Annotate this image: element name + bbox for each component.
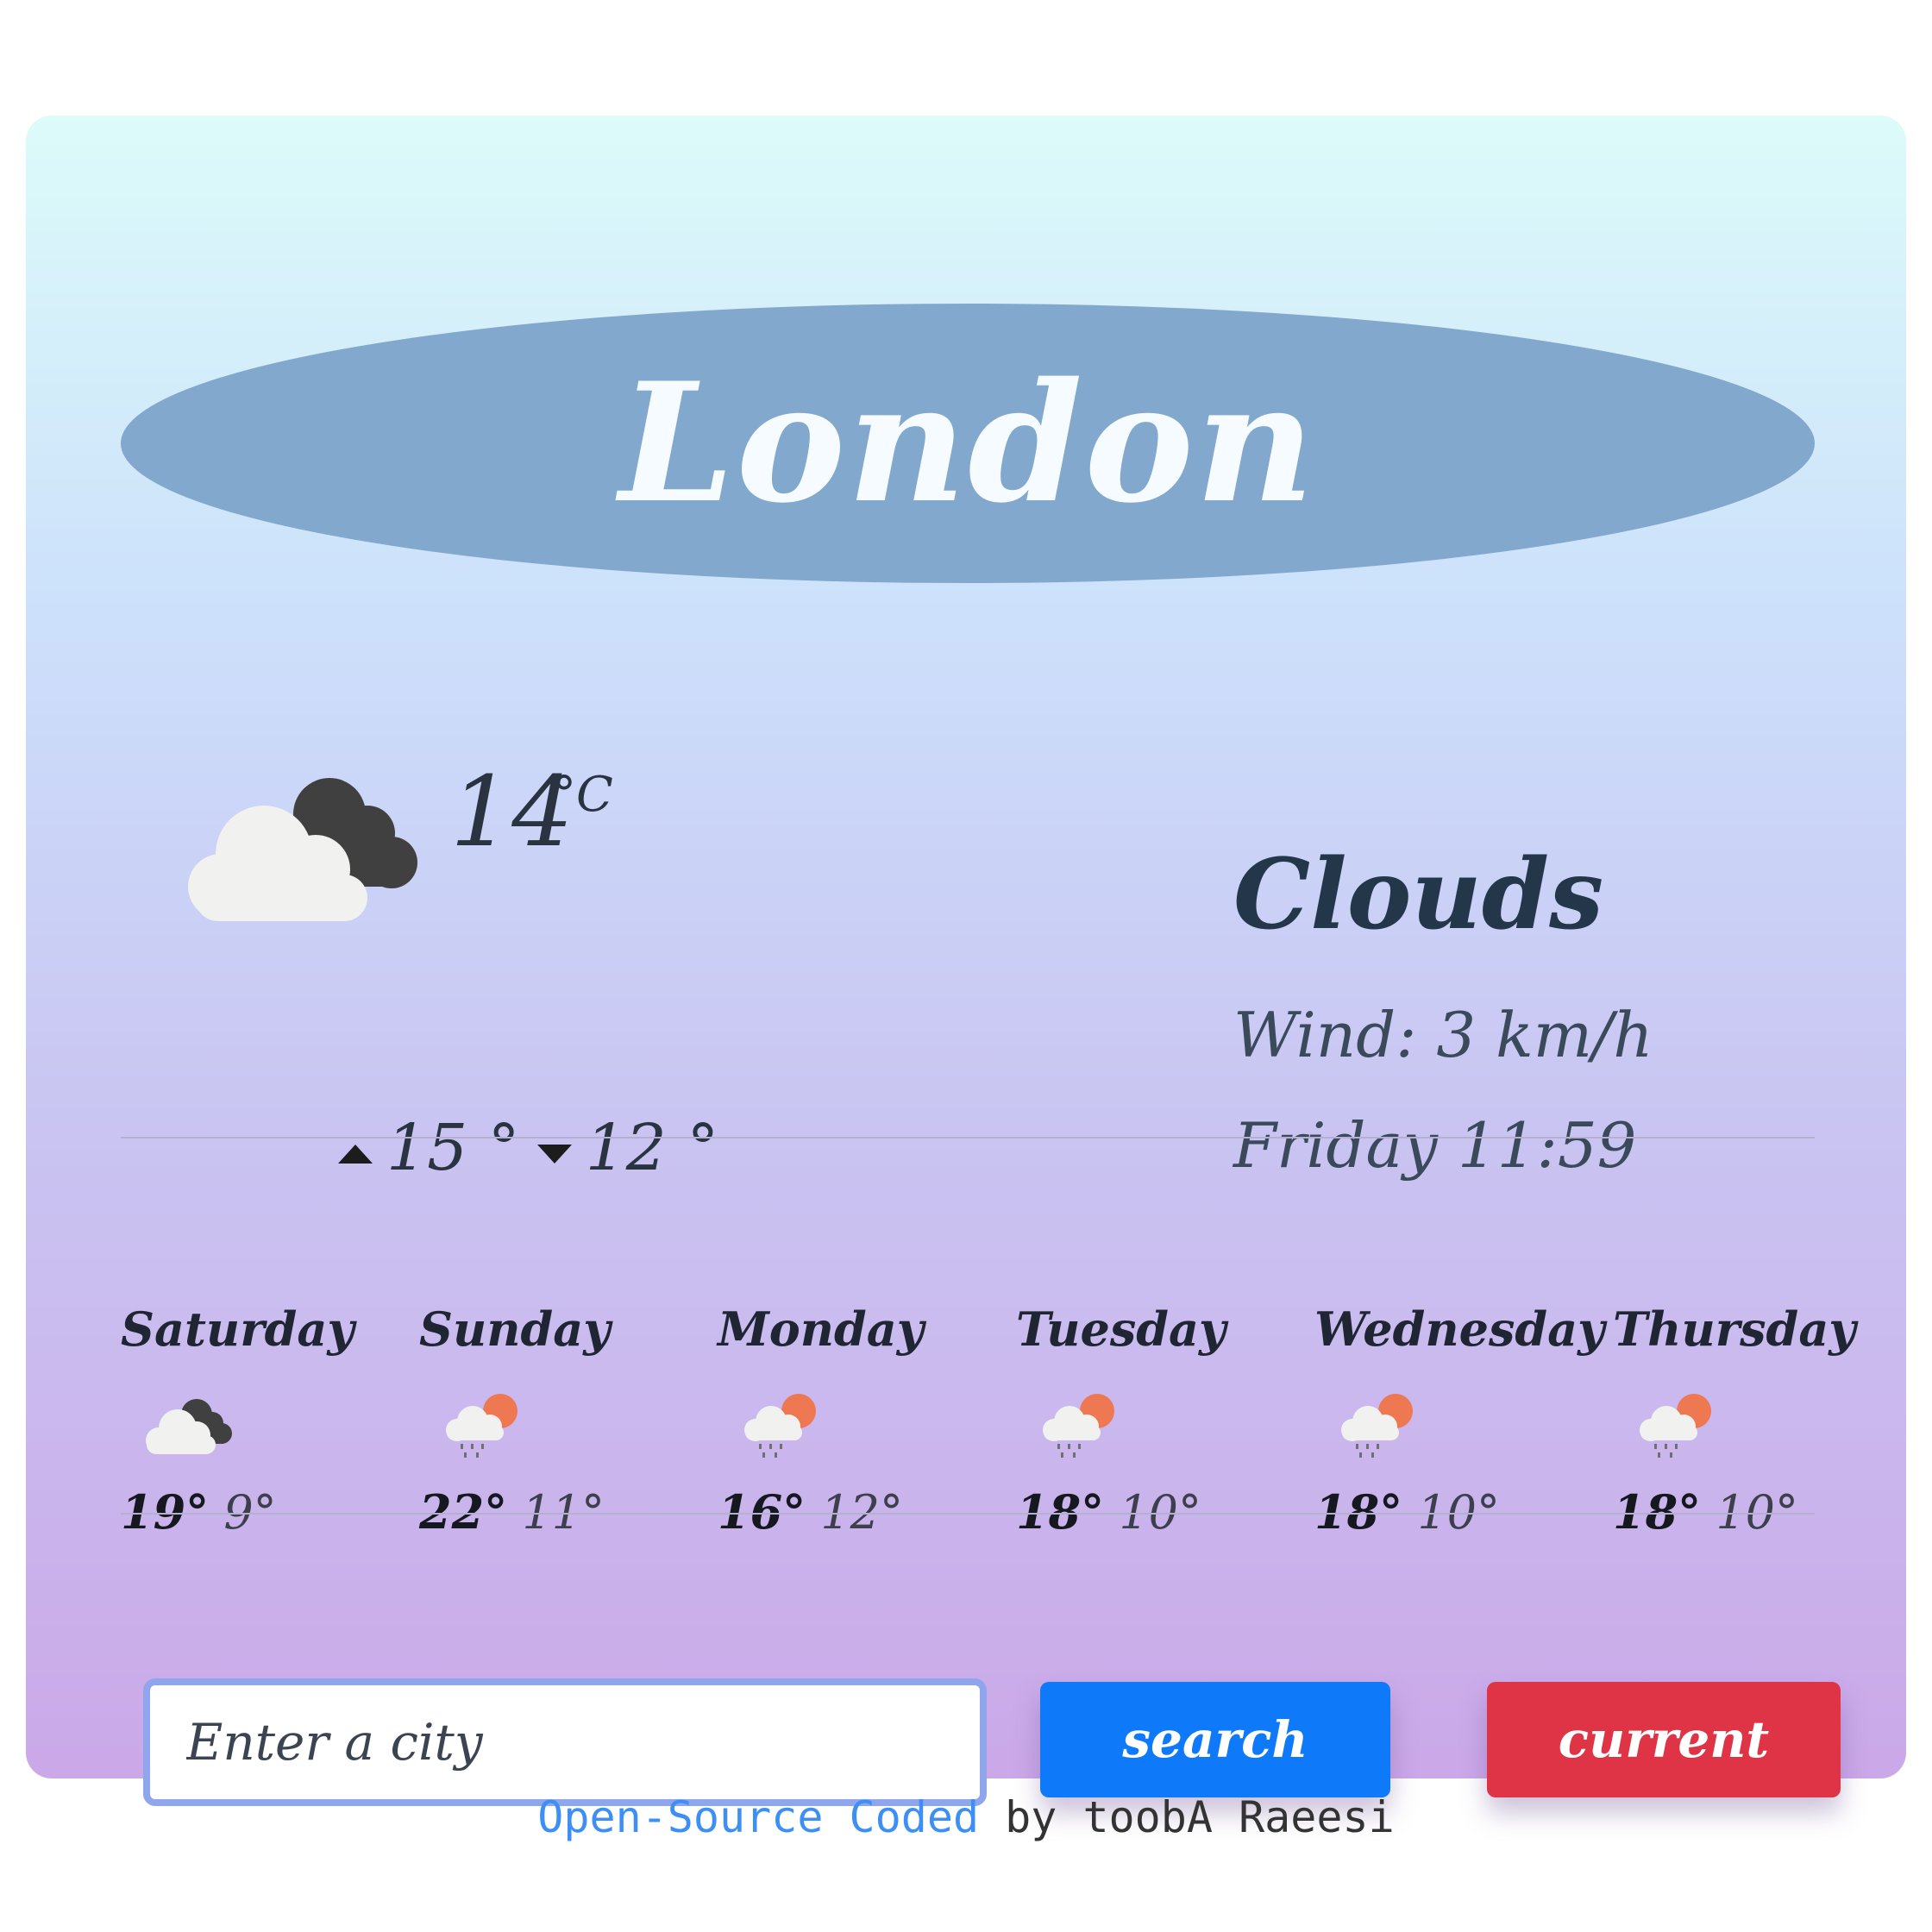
forecast-day-name: Tuesday	[1016, 1302, 1226, 1357]
forecast-day: Sunday 22° 11°	[419, 1306, 704, 1536]
cloud-icon	[146, 1399, 232, 1454]
high-temperature: 15 °	[386, 1111, 520, 1185]
weather-card: London 14 °C 15 ° 12 ° Clouds Wind: 3 km…	[26, 116, 1906, 1806]
open-source-link[interactable]: Open-Source Coded	[537, 1792, 979, 1842]
current-location-button[interactable]: current	[1487, 1682, 1841, 1797]
forecast-row: Saturday 19° 9° Sunday 22° 11° Monday 16° 12°…	[121, 1306, 1880, 1582]
arrow-down-icon	[536, 1145, 572, 1164]
forecast-day-name: Thursday	[1613, 1302, 1856, 1357]
search-button[interactable]: search	[1040, 1682, 1390, 1797]
forecast-day: Monday 16° 12°	[718, 1306, 1002, 1536]
forecast-day: Saturday 19° 9°	[121, 1306, 405, 1536]
rain-sun-icon	[744, 1394, 816, 1458]
forecast-day-name: Wednesday	[1314, 1302, 1605, 1357]
rain-sun-icon	[446, 1394, 518, 1458]
cloud-icon	[188, 778, 417, 921]
forecast-max: 18°	[1613, 1484, 1702, 1540]
low-temperature: 12 °	[585, 1111, 719, 1185]
footer-author: by toobA Raeesi	[979, 1792, 1395, 1842]
forecast-day: Wednesday 18° 10°	[1314, 1302, 1605, 1536]
forecast-day: Thursday 18° 10°	[1613, 1306, 1898, 1536]
city-name: London	[618, 347, 1317, 539]
forecast-day-name: Monday	[718, 1302, 925, 1357]
footer: Open-Source Coded by toobA Raeesi	[0, 1792, 1932, 1842]
forecast-max: 22°	[419, 1484, 508, 1540]
arrow-up-icon	[338, 1145, 373, 1164]
date-time: Friday 11:59	[1233, 1109, 1637, 1182]
rain-sun-icon	[1341, 1394, 1413, 1458]
weather-description: Clouds	[1233, 838, 1604, 951]
city-banner: London	[121, 304, 1815, 583]
city-search-input[interactable]	[143, 1678, 987, 1806]
forecast-max: 18°	[1016, 1484, 1105, 1540]
rain-sun-icon	[1640, 1394, 1711, 1458]
forecast-day: Tuesday 18° 10°	[1016, 1306, 1301, 1536]
forecast-day-name: Sunday	[419, 1302, 611, 1357]
rain-sun-icon	[1043, 1394, 1114, 1458]
divider-bottom	[121, 1513, 1815, 1515]
forecast-max: 16°	[718, 1484, 806, 1540]
divider-top	[121, 1137, 1815, 1138]
high-low-temperature: 15 ° 12 °	[338, 1116, 718, 1180]
forecast-day-name: Saturday	[121, 1302, 354, 1357]
temperature-unit: °C	[552, 767, 613, 823]
wind-speed: Wind: 3 km/h	[1233, 999, 1653, 1071]
forecast-max: 18°	[1314, 1484, 1403, 1540]
forecast-max: 19°	[121, 1484, 210, 1540]
